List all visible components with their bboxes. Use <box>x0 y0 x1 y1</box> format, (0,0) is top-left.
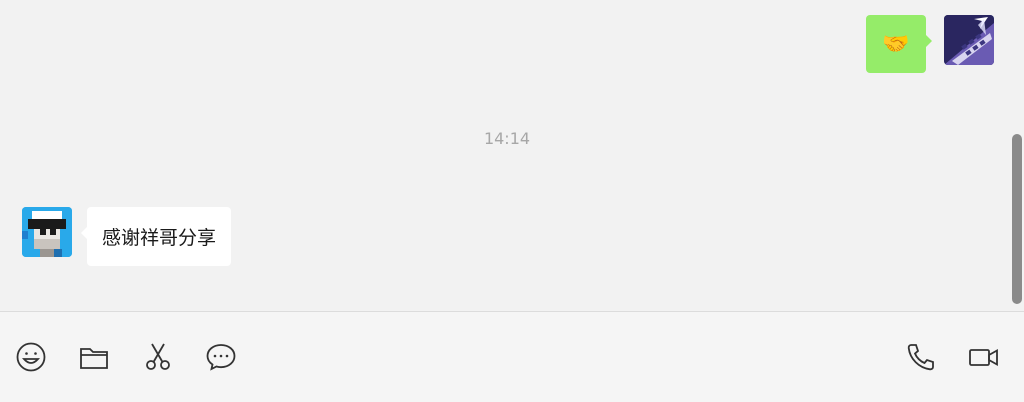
received-message-text: 感谢祥哥分享 <box>102 227 217 249</box>
sent-message-bubble[interactable]: 🤝 <box>866 15 932 73</box>
received-message-bubble[interactable]: 感谢祥哥分享 <box>80 207 232 266</box>
my-avatar[interactable] <box>944 15 994 65</box>
folder-icon <box>80 348 108 369</box>
screenshot-button[interactable] <box>142 341 174 373</box>
chat-scrollbar[interactable] <box>1012 134 1022 304</box>
message-timestamp: 14:14 <box>483 129 531 148</box>
scissors-icon <box>146 343 170 370</box>
voice-call-button[interactable] <box>905 341 937 373</box>
send-file-button[interactable] <box>78 341 110 373</box>
emoji-button[interactable] <box>15 341 47 373</box>
phone-icon <box>907 344 934 371</box>
emoji-icon <box>16 342 46 372</box>
sent-message-content: 🤝 <box>882 31 910 57</box>
contact-avatar[interactable] <box>22 207 72 257</box>
pixel-avatar-image <box>22 207 72 257</box>
video-call-button[interactable] <box>968 341 1000 373</box>
keyboard-avatar-image <box>944 15 994 65</box>
input-toolbar <box>0 312 1024 402</box>
chat-history-button[interactable] <box>205 341 237 373</box>
video-call-icon <box>969 348 998 367</box>
chat-bubble-icon <box>206 344 236 371</box>
chat-history[interactable]: 🤝 14:14 感谢祥哥分享 <box>0 0 1024 311</box>
